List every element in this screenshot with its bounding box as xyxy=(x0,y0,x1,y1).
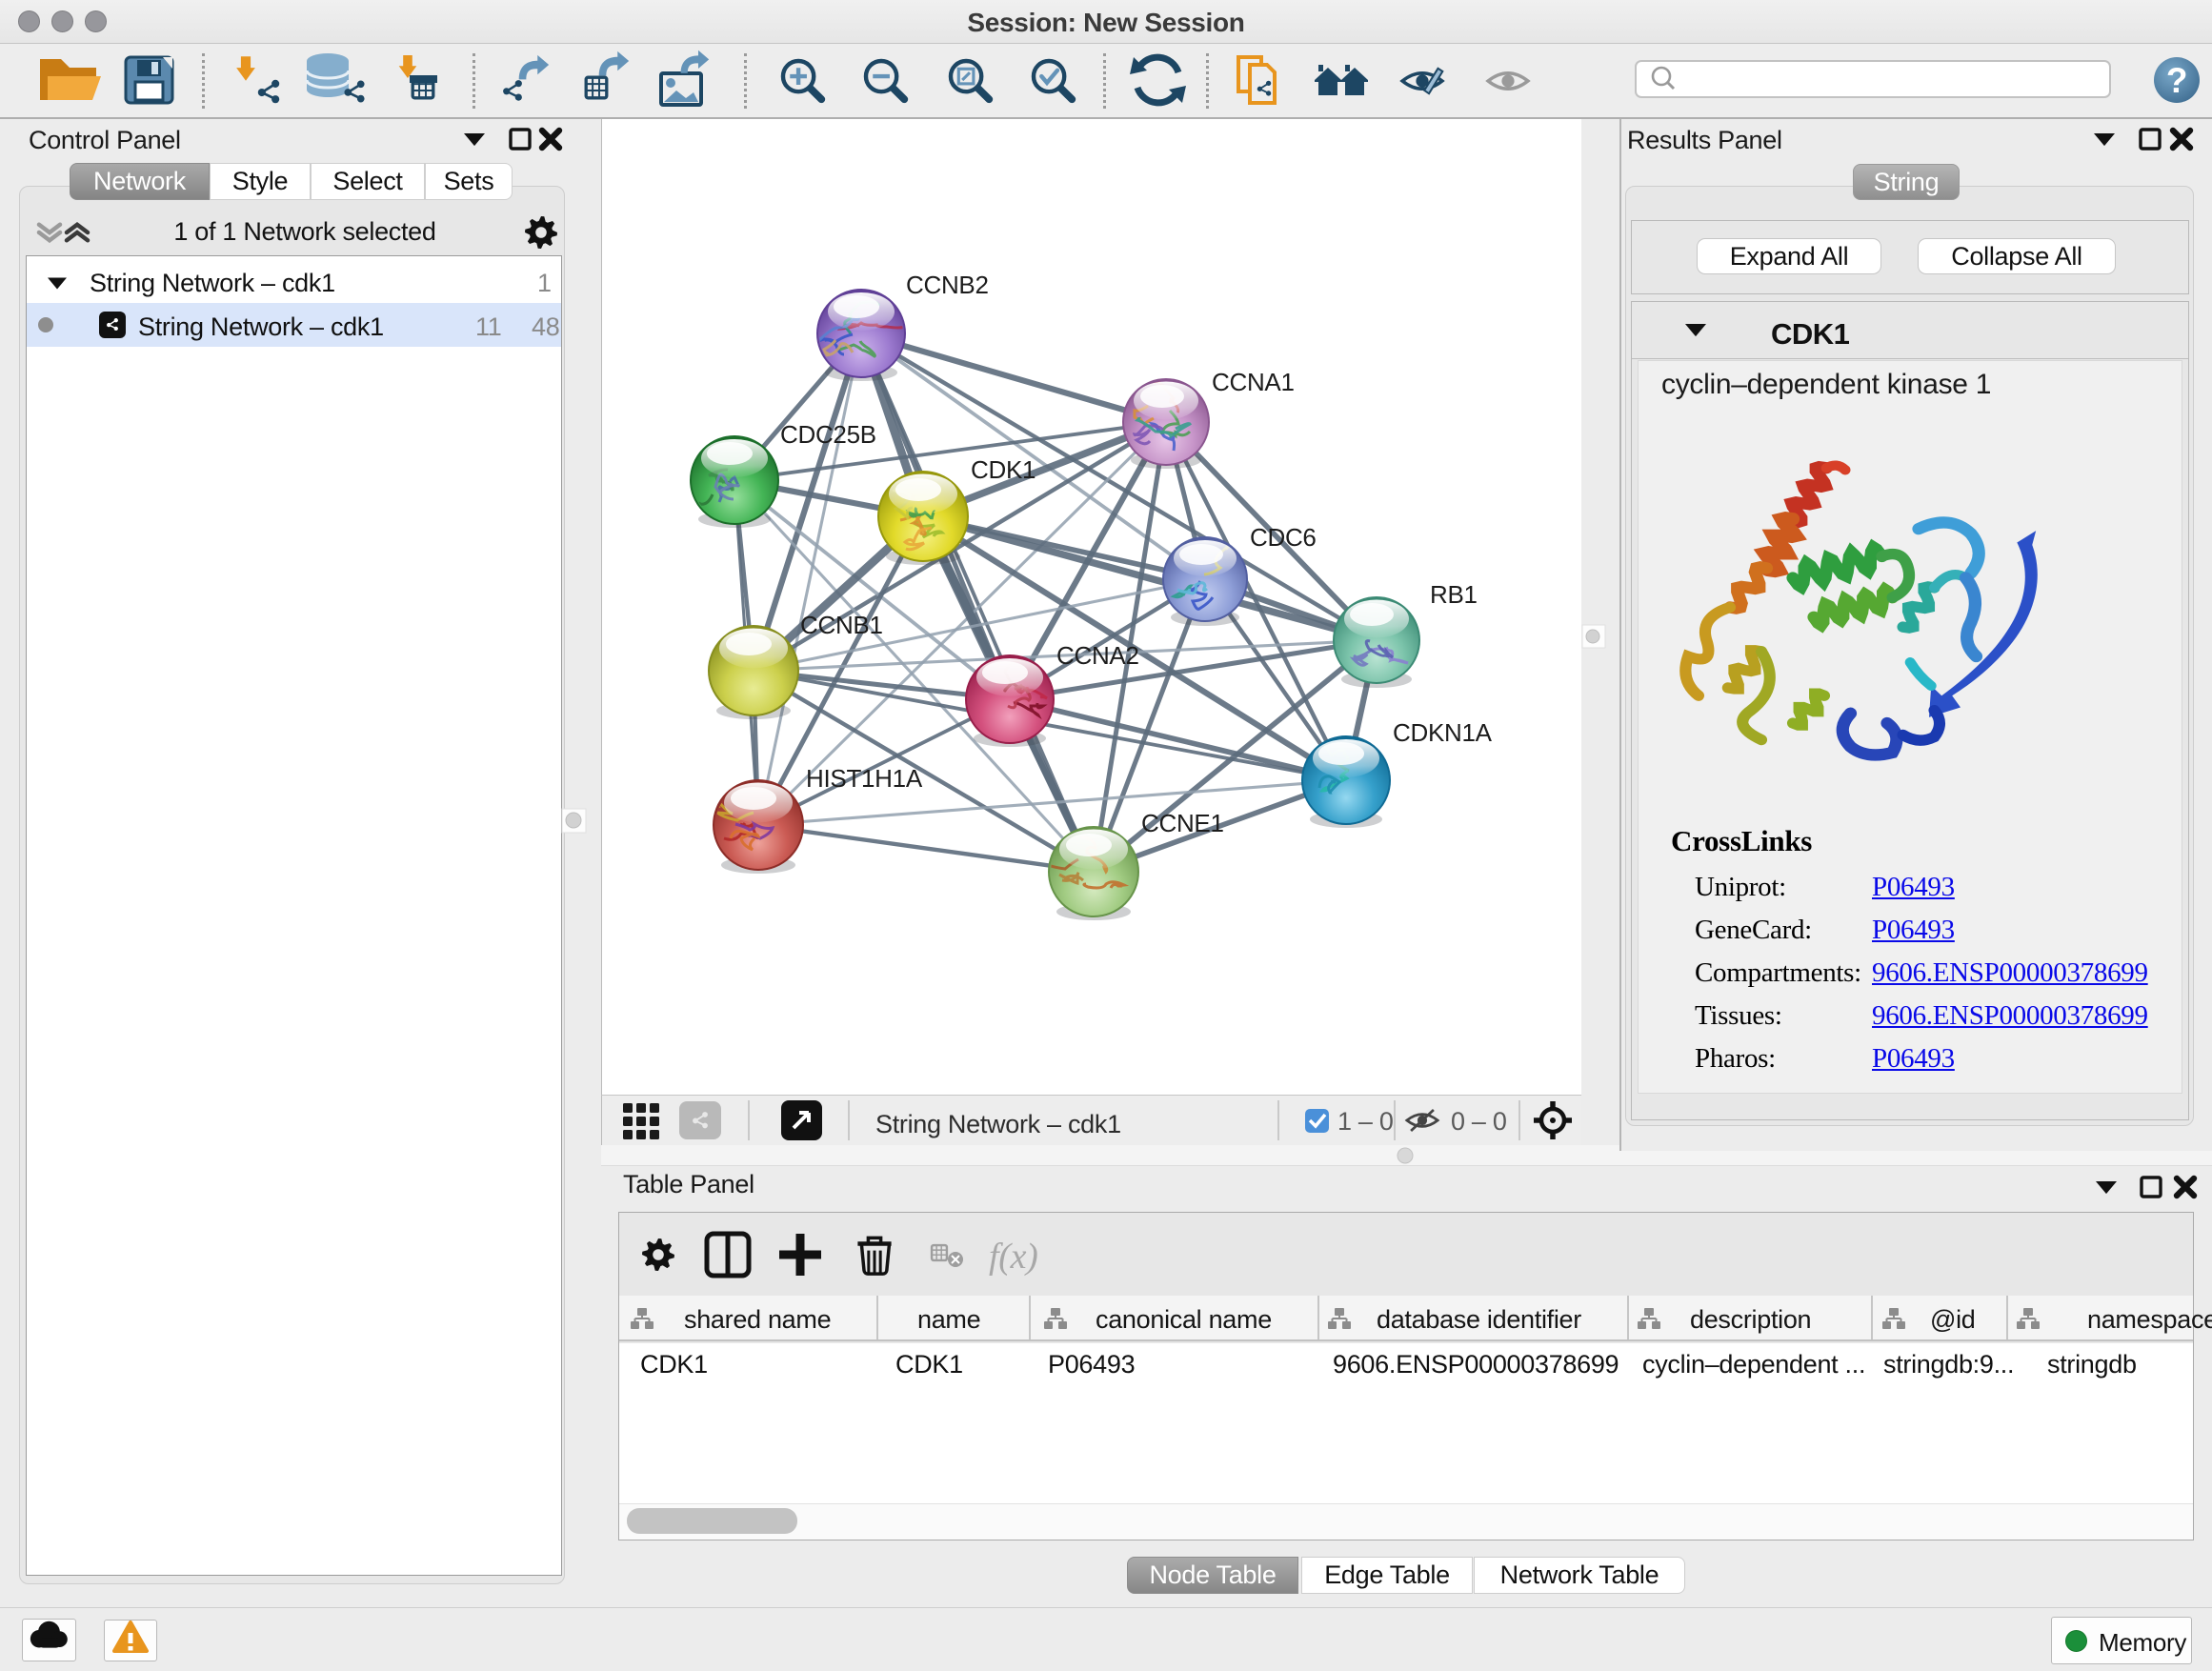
svg-text:CDKN1A: CDKN1A xyxy=(1393,718,1493,747)
svg-text:RB1: RB1 xyxy=(1430,580,1478,609)
svg-text:CDC6: CDC6 xyxy=(1250,523,1317,552)
svg-text:HIST1H1A: HIST1H1A xyxy=(806,764,923,793)
svg-text:CCNA1: CCNA1 xyxy=(1212,368,1295,396)
svg-text:CDK1: CDK1 xyxy=(971,455,1036,484)
svg-text:CCNA2: CCNA2 xyxy=(1056,641,1139,670)
svg-text:CCNB2: CCNB2 xyxy=(906,271,989,299)
svg-text:CCNB1: CCNB1 xyxy=(800,611,883,639)
svg-text:CCNE1: CCNE1 xyxy=(1141,809,1224,837)
svg-text:CDC25B: CDC25B xyxy=(780,420,876,449)
